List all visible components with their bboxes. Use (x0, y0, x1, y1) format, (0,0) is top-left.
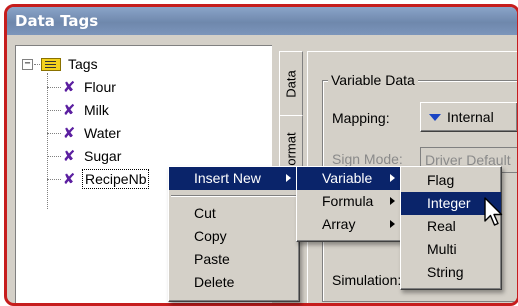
submenu-arrow-icon (390, 220, 395, 228)
menu-item-label: Flag (427, 172, 455, 188)
mouse-pointer-icon (484, 197, 503, 226)
menu-item-formula[interactable]: Formula (297, 190, 403, 213)
menu-item-label: String (427, 264, 464, 280)
submenu-arrow-icon (390, 197, 395, 205)
sign-mode-label: Sign Mode: (332, 151, 403, 167)
menu-item-label: Variable (322, 170, 373, 186)
menu-item-label: Insert New (194, 170, 261, 186)
tab-data[interactable]: Data (279, 51, 303, 117)
tree-root[interactable]: − Tags (22, 54, 100, 74)
group-title: Variable Data (328, 72, 418, 88)
variable-tag-icon: ✘ (62, 101, 76, 119)
menu-item-label: Multi (427, 241, 457, 257)
menu-item-copy[interactable]: Copy (169, 225, 299, 248)
menu-item-label: Copy (194, 228, 227, 244)
menu-item-paste[interactable]: Paste (169, 248, 299, 271)
simulation-label: Simulation: (332, 272, 402, 288)
tree-root-label: Tags (68, 56, 98, 72)
tags-folder-icon (41, 57, 61, 71)
menu-item-array[interactable]: Array (297, 213, 403, 236)
menu-item-label: Formula (322, 193, 374, 209)
menu-item-label: Delete (194, 274, 235, 290)
tree-item-label: Water (84, 125, 121, 141)
tree-item-recipenb[interactable]: ✘ RecipeNb (47, 168, 150, 190)
tree-item-label: Sugar (84, 148, 122, 164)
menu-separator (171, 195, 297, 197)
menu-item-label: Cut (194, 205, 216, 221)
menu-item-label: Array (322, 216, 356, 232)
variable-tag-icon: ✘ (62, 170, 76, 188)
variable-tag-icon: ✘ (62, 78, 76, 96)
insert-submenu: Variable Formula Array (296, 166, 404, 242)
submenu-arrow-icon (286, 174, 291, 182)
tab-data-label: Data (283, 70, 299, 98)
menu-item-label: Integer (427, 195, 471, 211)
menu-item-multi[interactable]: Multi (401, 238, 501, 261)
dropdown-arrow-icon (429, 113, 441, 121)
submenu-arrow-icon (390, 174, 395, 182)
tree-item-label: Flour (84, 79, 116, 95)
menu-item-label: Real (427, 218, 456, 234)
menu-item-insert-new[interactable]: Insert New (169, 167, 299, 190)
menu-item-label: Paste (194, 251, 230, 267)
mapping-value: Internal (447, 109, 494, 125)
context-menu: Insert New Cut Copy Paste Delete (168, 166, 300, 302)
menu-item-variable[interactable]: Variable (297, 167, 403, 190)
tree-item-flour[interactable]: ✘ Flour (47, 76, 118, 98)
tree-item-water[interactable]: ✘ Water (47, 122, 123, 144)
menu-item-cut[interactable]: Cut (169, 202, 299, 225)
menu-item-string[interactable]: String (401, 261, 501, 284)
tree-item-milk[interactable]: ✘ Milk (47, 99, 111, 121)
tree-item-sugar[interactable]: ✘ Sugar (47, 145, 123, 167)
collapse-icon[interactable]: − (22, 58, 33, 70)
menu-item-delete[interactable]: Delete (169, 271, 299, 294)
tree-item-label: RecipeNb (82, 169, 150, 189)
window-title: Data Tags (7, 7, 517, 35)
menu-item-flag[interactable]: Flag (401, 169, 501, 192)
tree-item-label: Milk (84, 102, 109, 118)
variable-tag-icon: ✘ (62, 124, 76, 142)
mapping-label: Mapping: (332, 110, 390, 126)
variable-tag-icon: ✘ (62, 147, 76, 165)
mapping-dropdown[interactable]: Internal (420, 102, 517, 132)
